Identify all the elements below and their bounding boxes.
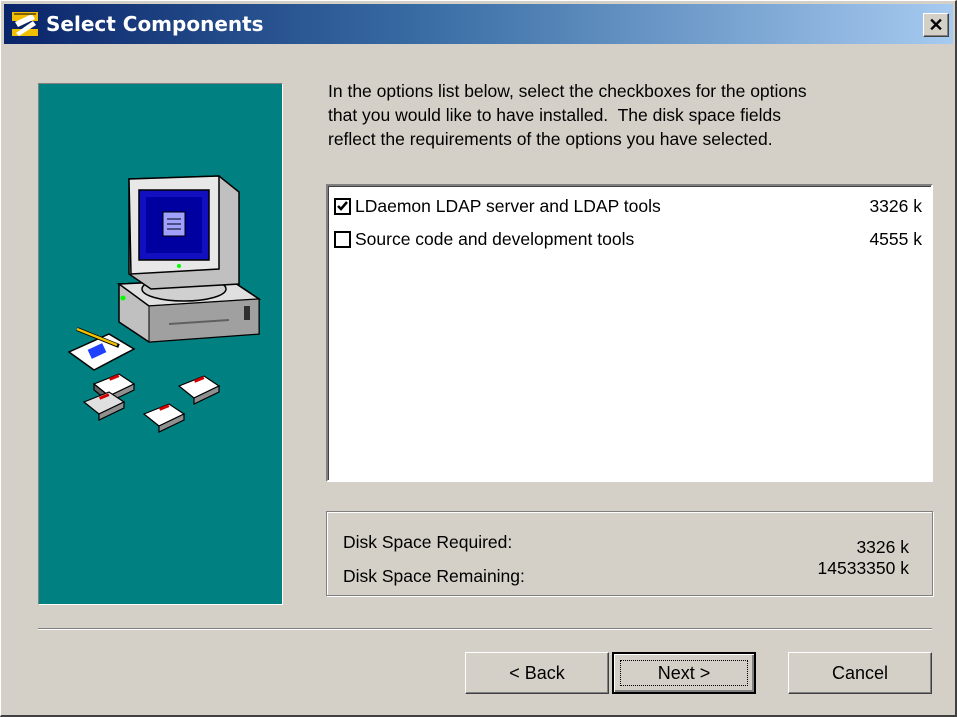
- side-illustration-panel: [38, 83, 283, 605]
- disk-space-required-label: Disk Space Required:: [343, 532, 513, 552]
- component-checkbox-ldaemon[interactable]: [334, 197, 351, 215]
- disk-space-required-row: Disk Space Required: 3326 k: [343, 532, 909, 558]
- title-bar[interactable]: Select Components ✕: [4, 4, 953, 44]
- disk-space-summary: Disk Space Required: 3326 k Disk Space R…: [326, 511, 933, 596]
- components-listbox[interactable]: LDaemon LDAP server and LDAP tools 3326 …: [326, 184, 933, 482]
- component-checkbox-source-code[interactable]: [334, 230, 351, 248]
- instructions-text: In the options list below, select the ch…: [328, 79, 938, 151]
- component-item-ldaemon[interactable]: LDaemon LDAP server and LDAP tools 3326 …: [334, 194, 922, 218]
- setup-app-icon: [10, 9, 40, 39]
- computer-with-disks-illustration: [67, 175, 262, 433]
- back-button-label: < Back: [509, 662, 565, 683]
- disk-space-remaining-value: 14533350 k: [817, 558, 909, 578]
- instructions-line-3: reflect the requirements of the options …: [328, 129, 773, 149]
- disk-space-remaining-row: Disk Space Remaining: 14533350 k: [343, 558, 909, 587]
- separator-line: [38, 628, 932, 630]
- disk-space-remaining-label: Disk Space Remaining:: [343, 566, 525, 586]
- checkmark-icon: [337, 200, 348, 211]
- next-button-label: Next >: [657, 662, 711, 683]
- component-label: Source code and development tools: [355, 228, 635, 249]
- component-label: LDaemon LDAP server and LDAP tools: [355, 195, 661, 216]
- component-size: 3326 k: [869, 195, 922, 216]
- disk-space-required-value: 3326 k: [856, 537, 909, 557]
- back-button[interactable]: < Back: [465, 652, 609, 694]
- setup-dialog: Select Components ✕ In the options list …: [0, 0, 957, 717]
- next-button[interactable]: Next >: [612, 652, 756, 694]
- cancel-button[interactable]: Cancel: [788, 652, 932, 694]
- instructions-line-1: In the options list below, select the ch…: [328, 81, 807, 101]
- close-icon: ✕: [928, 14, 944, 35]
- cancel-button-label: Cancel: [831, 662, 889, 683]
- close-button[interactable]: ✕: [923, 13, 949, 37]
- component-size: 4555 k: [869, 228, 922, 249]
- window-title: Select Components: [46, 12, 264, 36]
- instructions-line-2: that you would like to have installed. T…: [328, 105, 781, 125]
- component-item-source-code[interactable]: Source code and development tools 4555 k: [334, 227, 922, 251]
